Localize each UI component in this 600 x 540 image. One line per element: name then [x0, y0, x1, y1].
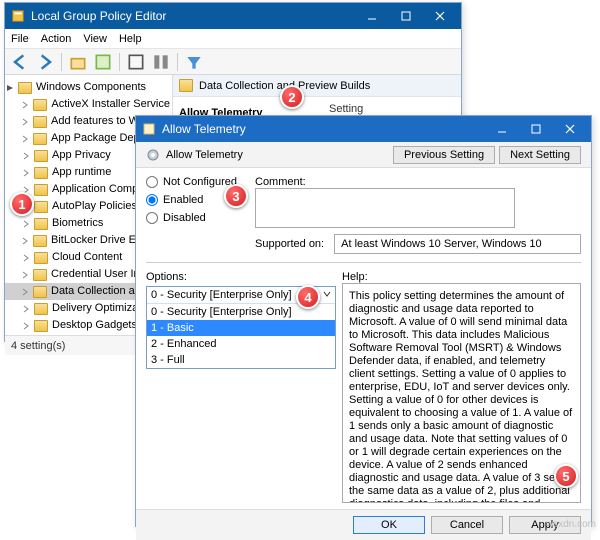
select-option[interactable]: 1 - Basic [147, 320, 335, 336]
maximize-button[interactable] [519, 118, 553, 140]
expand-icon[interactable] [21, 287, 29, 296]
dialog-subheader: Allow Telemetry Previous Setting Next Se… [136, 142, 591, 168]
close-button[interactable] [423, 5, 457, 27]
menu-view[interactable]: View [83, 33, 107, 45]
folder-icon [33, 99, 47, 111]
ok-button[interactable]: OK [353, 516, 425, 534]
expand-icon[interactable] [21, 100, 29, 109]
export-button[interactable] [125, 51, 147, 73]
menu-file[interactable]: File [11, 33, 29, 45]
status-text: 4 setting(s) [11, 340, 65, 352]
radio-disabled[interactable]: Disabled [146, 212, 237, 224]
folder-icon [34, 150, 48, 162]
dialog-titlebar[interactable]: Allow Telemetry [136, 116, 591, 142]
gpedit-toolbar [5, 49, 461, 75]
expand-icon[interactable] [21, 134, 29, 143]
expand-icon[interactable] [21, 321, 30, 330]
folder-icon [34, 184, 48, 196]
expand-icon[interactable] [21, 270, 29, 279]
menu-action[interactable]: Action [41, 33, 72, 45]
callout-5: 5 [554, 464, 578, 488]
filter-button[interactable] [183, 51, 205, 73]
supported-field [334, 234, 581, 254]
folder-icon [33, 269, 47, 281]
gpedit-icon [11, 9, 25, 23]
folder-icon [34, 320, 48, 332]
expand-icon[interactable] [21, 117, 29, 126]
dialog-subtitle: Allow Telemetry [166, 149, 243, 161]
forward-button[interactable] [34, 51, 56, 73]
next-setting-button[interactable]: Next Setting [499, 146, 581, 164]
menu-help[interactable]: Help [119, 33, 142, 45]
close-button[interactable] [553, 118, 587, 140]
tree-item[interactable]: ActiveX Installer Service [5, 96, 172, 113]
folder-icon [18, 82, 32, 94]
expand-icon[interactable] [21, 219, 30, 228]
gpedit-titlebar[interactable]: Local Group Policy Editor [5, 3, 461, 29]
folder-icon [33, 235, 47, 247]
minimize-button[interactable] [355, 5, 389, 27]
folder-icon [34, 167, 48, 179]
comment-field[interactable] [255, 188, 515, 228]
dialog-title: Allow Telemetry [162, 122, 485, 136]
callout-4: 4 [296, 285, 320, 309]
folder-icon [33, 286, 47, 298]
folder-icon [34, 201, 48, 213]
refresh-button[interactable] [150, 51, 172, 73]
state-radios: Not Configured Enabled Disabled [146, 176, 237, 224]
radio-not-configured[interactable]: Not Configured [146, 176, 237, 188]
expand-icon[interactable] [21, 304, 30, 313]
show-hide-button[interactable] [92, 51, 114, 73]
gpedit-title: Local Group Policy Editor [31, 9, 355, 23]
help-label: Help: [342, 271, 581, 283]
tree-root[interactable]: Windows Components [5, 79, 172, 96]
expand-icon[interactable] [21, 253, 30, 262]
up-button[interactable] [67, 51, 89, 73]
options-label: Options: [146, 271, 336, 283]
help-text[interactable]: This policy setting determines the amoun… [342, 283, 581, 503]
folder-icon [34, 218, 48, 230]
policy-dialog: Allow Telemetry Allow Telemetry Previous… [135, 115, 592, 527]
callout-3: 3 [224, 184, 248, 208]
select-current: 0 - Security [Enterprise Only] [151, 289, 292, 301]
maximize-button[interactable] [389, 5, 423, 27]
select-option[interactable]: 3 - Full [147, 352, 335, 368]
back-button[interactable] [9, 51, 31, 73]
callout-2: 2 [280, 85, 304, 109]
collapse-icon[interactable] [5, 83, 14, 92]
pane-header: Data Collection and Preview Builds [173, 75, 461, 97]
folder-icon [34, 252, 48, 264]
select-option[interactable]: 2 - Enhanced [147, 336, 335, 352]
expand-icon[interactable] [21, 168, 30, 177]
cancel-button[interactable]: Cancel [431, 516, 503, 534]
callout-1: 1 [10, 192, 34, 216]
dialog-buttons: OK Cancel Apply [136, 509, 591, 540]
chevron-down-icon [323, 289, 331, 301]
folder-icon [33, 133, 47, 145]
comment-label: Comment: [255, 176, 581, 188]
expand-icon[interactable] [21, 151, 30, 160]
supported-label: Supported on: [255, 238, 324, 250]
folder-icon [179, 79, 193, 92]
policy-icon [142, 122, 156, 136]
gear-icon [146, 148, 160, 162]
folder-icon [34, 303, 48, 315]
minimize-button[interactable] [485, 118, 519, 140]
previous-setting-button[interactable]: Previous Setting [393, 146, 495, 164]
expand-icon[interactable] [21, 236, 29, 245]
watermark: wsxdn.com [546, 519, 596, 530]
folder-icon [33, 116, 47, 128]
gpedit-menubar: File Action View Help [5, 29, 461, 49]
